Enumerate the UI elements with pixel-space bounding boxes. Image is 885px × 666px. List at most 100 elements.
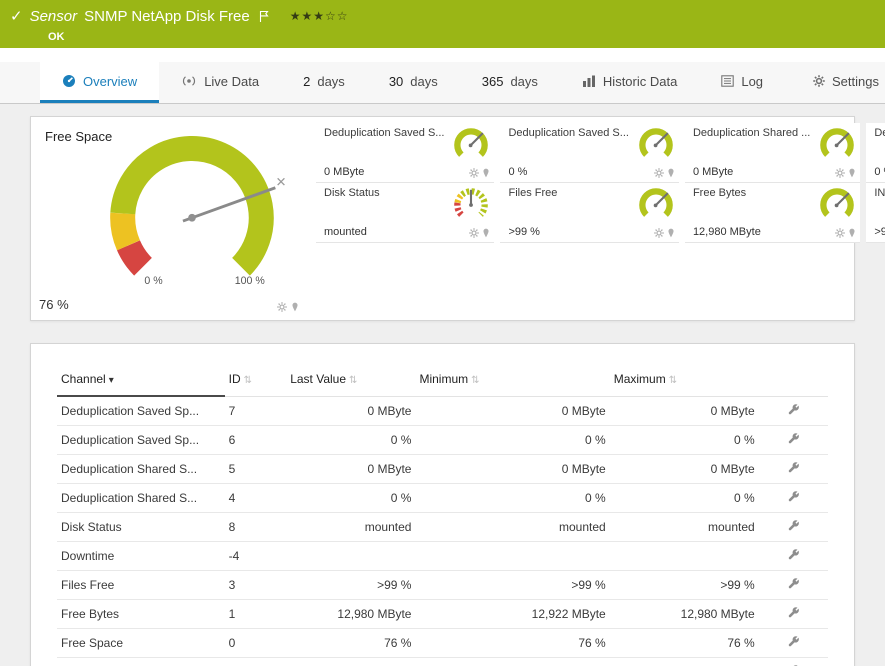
wrench-icon[interactable] (787, 606, 800, 619)
cell-maximum: mounted (610, 512, 759, 541)
cell-channel: Downtime (57, 541, 225, 570)
table-row[interactable]: Disk Status 8 mounted mounted mounted (57, 512, 828, 541)
pin-icon[interactable] (848, 168, 856, 178)
wrench-icon[interactable] (787, 403, 800, 416)
max-marker (278, 178, 285, 185)
cell-channel: Deduplication Shared S... (57, 454, 225, 483)
tab-settings[interactable]: Settings (791, 62, 885, 103)
wrench-icon[interactable] (787, 519, 800, 532)
cell-channel: Disk Status (57, 512, 225, 541)
cell-id: 8 (225, 512, 287, 541)
table-row[interactable]: INodes Free 2 >99 % >99 % >99 % (57, 657, 828, 666)
cell-minimum: 0 % (415, 483, 609, 512)
status-ok-icon: ✓ (10, 7, 23, 25)
gear-icon[interactable] (469, 228, 479, 238)
wrench-icon[interactable] (787, 577, 800, 590)
cell-id: 4 (225, 483, 287, 512)
live-data-icon (181, 75, 197, 87)
pin-icon[interactable] (848, 228, 856, 238)
gauge-pin-icon[interactable] (291, 302, 299, 312)
cell-id: 6 (225, 425, 287, 454)
cell-last-value: 0 % (286, 425, 415, 454)
cell-channel: Free Space (57, 628, 225, 657)
tile-deduplication-saved-percent[interactable]: Deduplication Saved S... 0 % (500, 123, 678, 183)
table-row[interactable]: Free Space 0 76 % 76 % 76 % (57, 628, 828, 657)
cell-id: 7 (225, 396, 287, 425)
tab-365-days[interactable]: 365 days (460, 62, 560, 103)
tab-30-days[interactable]: 30 days (367, 62, 460, 103)
wrench-icon[interactable] (787, 432, 800, 445)
mini-gauge-icon (816, 187, 858, 223)
cell-maximum: 0 MByte (610, 454, 759, 483)
mini-gauge-icon (816, 127, 858, 163)
cell-maximum: 0 % (610, 425, 759, 454)
page-title: SNMP NetApp Disk Free (84, 8, 250, 25)
table-row[interactable]: Deduplication Shared S... 4 0 % 0 % 0 % (57, 483, 828, 512)
cell-channel: INodes Free (57, 657, 225, 666)
cell-minimum: 0 % (415, 425, 609, 454)
gauge-settings-gear-icon[interactable] (277, 302, 287, 312)
cell-minimum: 0 MByte (415, 454, 609, 483)
wrench-icon[interactable] (787, 461, 800, 474)
wrench-icon[interactable] (787, 490, 800, 503)
mini-gauge-icon (450, 127, 492, 163)
cell-id: 3 (225, 570, 287, 599)
wrench-icon[interactable] (787, 548, 800, 561)
pin-icon[interactable] (482, 228, 490, 238)
overview-icon (62, 74, 76, 88)
cell-maximum: 0 MByte (610, 396, 759, 425)
tab-historic-data[interactable]: Historic Data (560, 62, 699, 103)
channels-table: Channel▾ ID⇅ Last Value⇅ Minimum⇅ Maximu… (57, 364, 828, 666)
gear-icon[interactable] (654, 168, 664, 178)
tile-free-bytes[interactable]: Free Bytes 12,980 MByte (685, 183, 860, 243)
priority-stars[interactable]: ★★★☆☆ (290, 9, 349, 23)
col-header-id[interactable]: ID⇅ (225, 364, 287, 396)
tile-files-free[interactable]: Files Free >99 % (500, 183, 678, 243)
mini-gauge-icon (635, 127, 677, 163)
col-header-actions (759, 364, 828, 396)
cell-minimum: >99 % (415, 570, 609, 599)
tab-2-days[interactable]: 2 days (281, 62, 367, 103)
col-header-last-value[interactable]: Last Value⇅ (286, 364, 415, 396)
cell-maximum: >99 % (610, 657, 759, 666)
tile-deduplication-saved-bytes[interactable]: Deduplication Saved S... 0 MByte (316, 123, 494, 183)
col-header-channel[interactable]: Channel▾ (57, 364, 225, 396)
gear-icon[interactable] (835, 228, 845, 238)
pin-icon[interactable] (667, 168, 675, 178)
col-header-minimum[interactable]: Minimum⇅ (415, 364, 609, 396)
disk-status-gauge-icon (450, 187, 492, 223)
tab-live-data[interactable]: Live Data (159, 62, 281, 103)
cell-id: 1 (225, 599, 287, 628)
log-icon (721, 75, 734, 87)
table-row[interactable]: Deduplication Saved Sp... 7 0 MByte 0 MB… (57, 396, 828, 425)
cell-last-value: 0 MByte (286, 396, 415, 425)
tile-disk-status[interactable]: Disk Status mounted (316, 183, 494, 243)
tile-inodes-free[interactable]: INodes Free >99 % (866, 183, 885, 243)
cell-last-value: 12,980 MByte (286, 599, 415, 628)
table-row[interactable]: Deduplication Saved Sp... 6 0 % 0 % 0 % (57, 425, 828, 454)
cell-last-value: 0 MByte (286, 454, 415, 483)
cell-last-value: mounted (286, 512, 415, 541)
wrench-icon[interactable] (787, 635, 800, 648)
gear-icon[interactable] (654, 228, 664, 238)
gear-icon[interactable] (469, 168, 479, 178)
tile-deduplication-shared-bytes[interactable]: Deduplication Shared ... 0 MByte (685, 123, 860, 183)
tab-overview[interactable]: Overview (40, 62, 159, 103)
tile-deduplication-shared-percent[interactable]: Deduplication Shared ... 0 % (866, 123, 885, 183)
table-row[interactable]: Files Free 3 >99 % >99 % >99 % (57, 570, 828, 599)
table-row[interactable]: Free Bytes 1 12,980 MByte 12,922 MByte 1… (57, 599, 828, 628)
table-row[interactable]: Downtime -4 (57, 541, 828, 570)
pin-icon[interactable] (482, 168, 490, 178)
header-spacer (0, 48, 885, 62)
free-space-gauge[interactable]: Free Space 0 % 100 % 76 % (37, 123, 317, 314)
gauges-panel: Free Space 0 % 100 % 76 % Deduplication … (30, 116, 855, 321)
col-header-maximum[interactable]: Maximum⇅ (610, 364, 759, 396)
cell-last-value: 76 % (286, 628, 415, 657)
tab-bar: Overview Live Data 2 days 30 days 365 da… (0, 62, 885, 104)
pin-icon[interactable] (667, 228, 675, 238)
flag-icon[interactable] (259, 10, 269, 23)
table-row[interactable]: Deduplication Shared S... 5 0 MByte 0 MB… (57, 454, 828, 483)
gear-icon[interactable] (835, 168, 845, 178)
tab-log[interactable]: Log (699, 62, 785, 103)
free-space-gauge-dial: 0 % 100 % (57, 135, 327, 289)
